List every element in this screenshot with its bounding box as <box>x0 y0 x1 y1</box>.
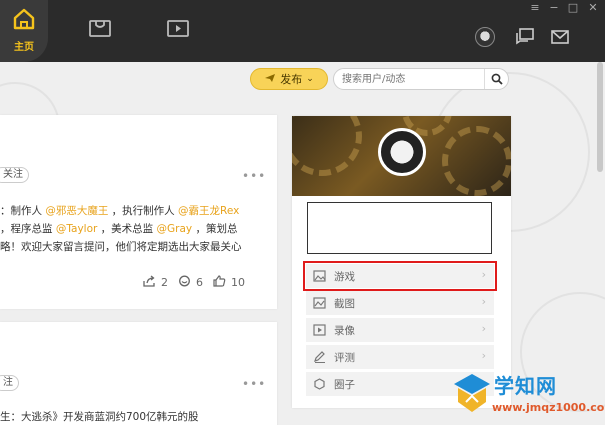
video-icon <box>312 323 326 337</box>
menu-item-label: 截图 <box>334 297 355 310</box>
post-text-line: 略！欢迎大家留言提问，他们将定期选出大家最关心 <box>0 241 242 253</box>
send-icon <box>264 73 276 86</box>
like-count: 10 <box>231 276 245 289</box>
search-bar <box>333 68 509 90</box>
menu-item-label: 游戏 <box>334 270 355 283</box>
profile-avatar[interactable] <box>378 128 426 176</box>
search-button[interactable] <box>484 69 508 89</box>
watermark-logo-icon <box>454 374 490 412</box>
chevron-right-icon: › <box>481 295 486 308</box>
comment-count: 6 <box>196 276 203 289</box>
chat-icon[interactable] <box>515 28 535 46</box>
gear-decoration <box>292 116 362 176</box>
mention-link[interactable]: @Gray <box>157 223 193 235</box>
watermark-url: www.jmqz1000.com <box>492 401 605 414</box>
feed-card: 关注 ••• ：制作人 @邪恶大魔王 ，执行制作人 @霸王龙Rex ，程序总监 … <box>0 115 277 309</box>
mail-icon[interactable] <box>550 28 570 46</box>
top-bar: 主页 ≡ − □ ✕ <box>0 0 605 62</box>
menu-icon[interactable]: ≡ <box>528 2 542 14</box>
search-input[interactable] <box>342 72 482 87</box>
publish-label: 发布 <box>280 73 303 86</box>
menu-item-reviews[interactable]: 评测 › <box>306 345 494 369</box>
watermark-title: 学知网 <box>494 374 557 398</box>
search-icon <box>491 70 503 89</box>
user-avatar[interactable] <box>475 27 495 47</box>
mention-link[interactable]: @霸王龙Rex <box>178 205 239 217</box>
pen-icon <box>312 350 326 364</box>
follow-button[interactable]: 注 <box>0 375 19 391</box>
more-icon[interactable]: ••• <box>242 169 266 183</box>
publish-button[interactable]: 发布 ⌄ <box>250 68 328 90</box>
like-stat[interactable]: 10 <box>213 275 245 290</box>
menu-item-videos[interactable]: 录像 › <box>306 318 494 342</box>
screenshot-icon <box>312 296 326 310</box>
post-text-line: ：制作人 @邪恶大魔王 ，执行制作人 @霸王龙Rex <box>0 205 240 217</box>
home-tab[interactable]: 主页 <box>0 0 48 62</box>
share-stat[interactable]: 2 <box>143 275 168 290</box>
maximize-icon[interactable]: □ <box>566 2 580 14</box>
post-stats: 2 6 10 <box>143 275 245 290</box>
watermark: 学知网 www.jmqz1000.com <box>450 368 605 425</box>
menu-item-games[interactable]: 游戏 › <box>303 261 497 291</box>
menu-item-screenshots[interactable]: 截图 › <box>306 291 494 315</box>
gear-decoration <box>442 126 511 196</box>
more-icon[interactable]: ••• <box>242 377 266 391</box>
thumbs-up-icon <box>213 275 226 290</box>
circle-icon <box>312 377 326 391</box>
menu-item-label: 评测 <box>334 351 355 364</box>
post-text-line: ，程序总监 @Taylor ，美术总监 @Gray ，策划总 <box>0 223 238 235</box>
mention-link[interactable]: @邪恶大魔王 <box>45 205 108 217</box>
scrollbar[interactable] <box>597 62 603 172</box>
share-icon <box>143 275 156 290</box>
chevron-right-icon: › <box>481 322 486 335</box>
home-label: 主页 <box>14 42 34 53</box>
chevron-right-icon: › <box>481 268 486 281</box>
profile-panel: 游戏 › 截图 › 录像 › 评测 › 圈子 <box>292 116 511 408</box>
menu-item-label: 圈子 <box>334 378 355 391</box>
video-nav-icon[interactable] <box>165 16 191 40</box>
comment-icon <box>178 275 191 290</box>
chevron-right-icon: › <box>481 349 486 362</box>
profile-name-box <box>307 202 492 254</box>
home-icon <box>12 8 36 34</box>
share-count: 2 <box>161 276 168 289</box>
menu-item-label: 录像 <box>334 324 355 337</box>
close-icon[interactable]: ✕ <box>586 2 600 14</box>
comment-stat[interactable]: 6 <box>178 275 203 290</box>
post-text-line: 生：大逃杀》开发商蓝洞约700亿韩元的股 <box>0 411 199 423</box>
feed-card: 注 ••• 生：大逃杀》开发商蓝洞约700亿韩元的股 <box>0 322 277 425</box>
mention-link[interactable]: @Taylor <box>56 223 97 235</box>
store-icon[interactable] <box>87 16 113 40</box>
image-icon <box>312 269 326 283</box>
minimize-icon[interactable]: − <box>547 2 561 14</box>
chevron-down-icon: ⌄ <box>306 74 314 84</box>
follow-button[interactable]: 关注 <box>0 167 29 183</box>
